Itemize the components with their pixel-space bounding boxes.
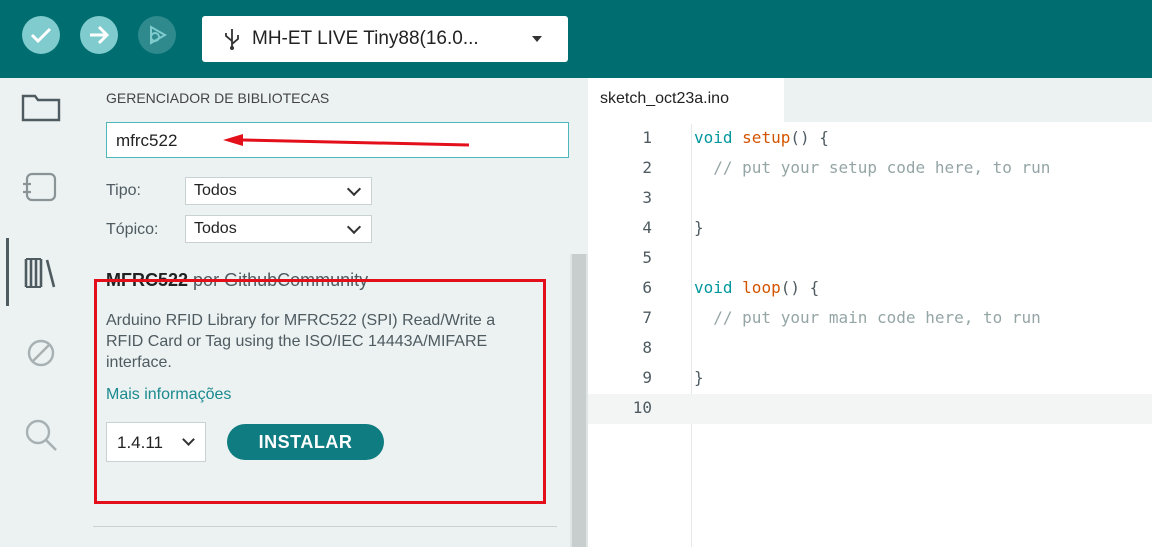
scrollbar-thumb[interactable] [572,254,586,547]
code-line[interactable]: 10 [588,394,1152,424]
code-editor: sketch_oct23a.ino 1 void setup() { 2 // pu… [588,78,1152,547]
sidebar-item-sketchbook[interactable] [0,82,81,132]
filter-topic-select[interactable]: Todos [185,215,372,243]
filter-type-select[interactable]: Todos [185,177,372,205]
line-number: 6 [642,278,652,297]
filter-type-value: Todos [194,182,237,199]
divider [93,526,557,527]
verify-button[interactable] [22,16,60,54]
sidebar-item-debug[interactable] [0,328,81,378]
folder-icon [21,94,60,122]
code-line[interactable]: 4} [588,214,1152,244]
code-text: // put your main code here, to run [694,308,1041,327]
code-line[interactable]: 8 [588,334,1152,364]
arrow-right-icon [90,25,110,45]
filter-topic-value: Todos [194,220,237,237]
filter-type-label: Tipo: [106,182,141,199]
code-text: } [694,218,704,237]
line-number: 2 [642,158,652,177]
code-text: void setup() { [694,128,829,147]
line-number: 8 [642,338,652,357]
code-line[interactable]: 6 void loop() { [588,274,1152,304]
sidebar-item-library[interactable] [0,248,81,298]
chevron-down-icon [346,219,362,235]
board-name: MH-ET LIVE Tiny88(16.0... [252,28,479,49]
upload-button[interactable] [80,16,118,54]
line-number: 9 [642,368,652,387]
chevron-down-icon [532,36,542,42]
chevron-down-icon [346,181,362,197]
code-line[interactable]: 7 // put your main code here, to run [588,304,1152,334]
code-line[interactable]: 1 void setup() { [588,124,1152,154]
toolbar: MH-ET LIVE Tiny88(16.0... [0,0,1152,78]
search-icon [25,419,57,451]
check-icon [30,27,52,44]
board-manager-icon [22,172,56,202]
line-number: 1 [642,128,652,147]
filter-topic-label: Tópico: [106,221,159,238]
code-line[interactable]: 5 [588,244,1152,274]
usb-icon [225,29,239,50]
tab-sketch[interactable]: sketch_oct23a.ino [588,78,784,122]
sidebar-item-boards[interactable] [0,162,81,212]
sidebar-item-search[interactable] [0,410,81,460]
code-text: } [694,368,704,387]
debug-disabled-icon [27,339,54,367]
board-selector[interactable]: MH-ET LIVE Tiny88(16.0... [202,16,568,62]
code-line[interactable]: 2 // put your setup code here, to run [588,154,1152,184]
code-text: void loop() { [694,278,820,297]
line-number: 5 [642,248,652,267]
red-arrow-annotation [223,134,470,147]
line-number: 7 [642,308,652,327]
line-number: 10 [632,398,652,417]
code-line[interactable]: 9} [588,364,1152,394]
library-icon [24,258,55,288]
panel-title: GERENCIADOR DE BIBLIOTECAS [106,90,330,106]
tab-bar: sketch_oct23a.ino [588,78,1152,122]
debug-button[interactable] [138,16,176,54]
code-line[interactable]: 3 [588,184,1152,214]
sidebar [0,78,81,547]
debug-icon [150,25,168,45]
red-highlight-annotation [94,279,546,504]
line-number: 3 [642,188,652,207]
code-text: // put your setup code here, to run [694,158,1051,177]
line-number: 4 [642,218,652,237]
